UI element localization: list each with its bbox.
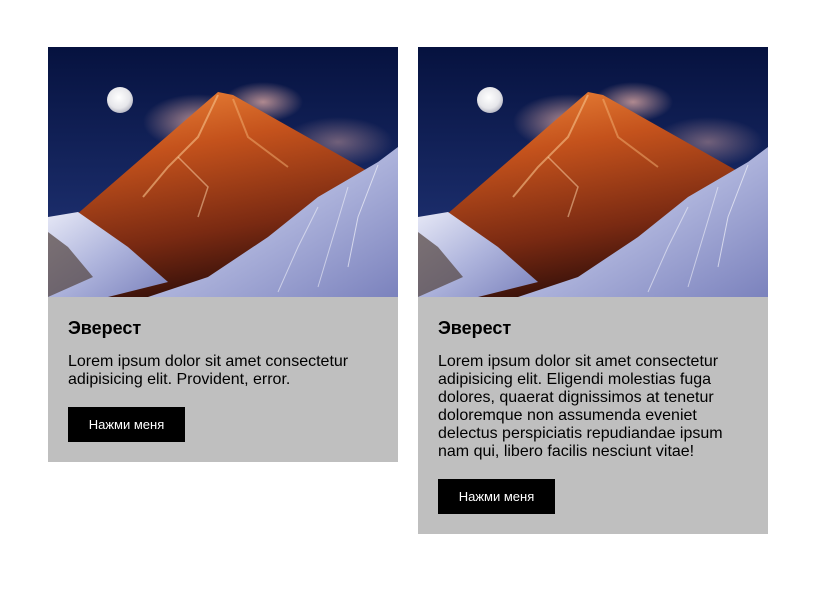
card-text: Lorem ipsum dolor sit amet consectetur a… [68,353,349,388]
card-text: Lorem ipsum dolor sit amet consectetur a… [438,353,723,460]
card-body: Эверест Lorem ipsum dolor sit amet conse… [418,297,768,534]
card-image [48,47,398,297]
card-body: Эверест Lorem ipsum dolor sit amet conse… [48,297,398,462]
press-me-button[interactable]: Нажми меня [68,407,185,442]
card-everest-2: Эверест Lorem ipsum dolor sit amet conse… [418,47,768,534]
card-title: Эверест [438,318,512,338]
card-title: Эверест [68,318,142,338]
card-image [418,47,768,297]
press-me-button[interactable]: Нажми меня [438,479,555,514]
card-everest-1: Эверест Lorem ipsum dolor sit amet conse… [48,47,398,462]
